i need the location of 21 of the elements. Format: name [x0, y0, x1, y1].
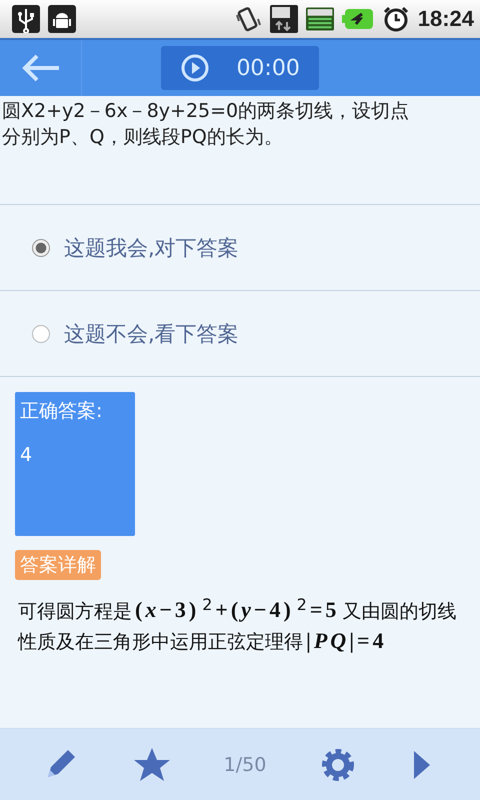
- play-icon: [180, 53, 210, 83]
- back-arrow-icon: [20, 53, 60, 83]
- option-label[interactable]: 这题不会,看下答案: [64, 320, 239, 348]
- signal-icon: [306, 5, 334, 33]
- question-text: 圆X2+y2－6x－8y+25=0的两条切线，设切点: [1, 99, 410, 124]
- explanation-tag: 答案详解: [15, 550, 101, 580]
- android-icon: [48, 5, 76, 33]
- usb-icon: [12, 5, 40, 33]
- radio-button[interactable]: [32, 324, 50, 342]
- radio-button[interactable]: [32, 238, 50, 256]
- answer-value: 4: [20, 444, 34, 466]
- audio-play-button[interactable]: 00:00: [161, 46, 319, 90]
- network-3g-icon: [270, 5, 298, 33]
- alarm-clock-icon: [382, 5, 410, 33]
- answer-title: 正确答案:: [20, 399, 104, 424]
- status-time: 18:24: [418, 6, 474, 32]
- vibrate-icon: [234, 5, 262, 33]
- question-text: 分别为P、Q，则线段PQ的长为。: [1, 125, 284, 150]
- option-label[interactable]: 这题我会,对下答案: [64, 234, 239, 262]
- battery-icon: [342, 8, 374, 30]
- page-counter: 1/50: [224, 754, 266, 776]
